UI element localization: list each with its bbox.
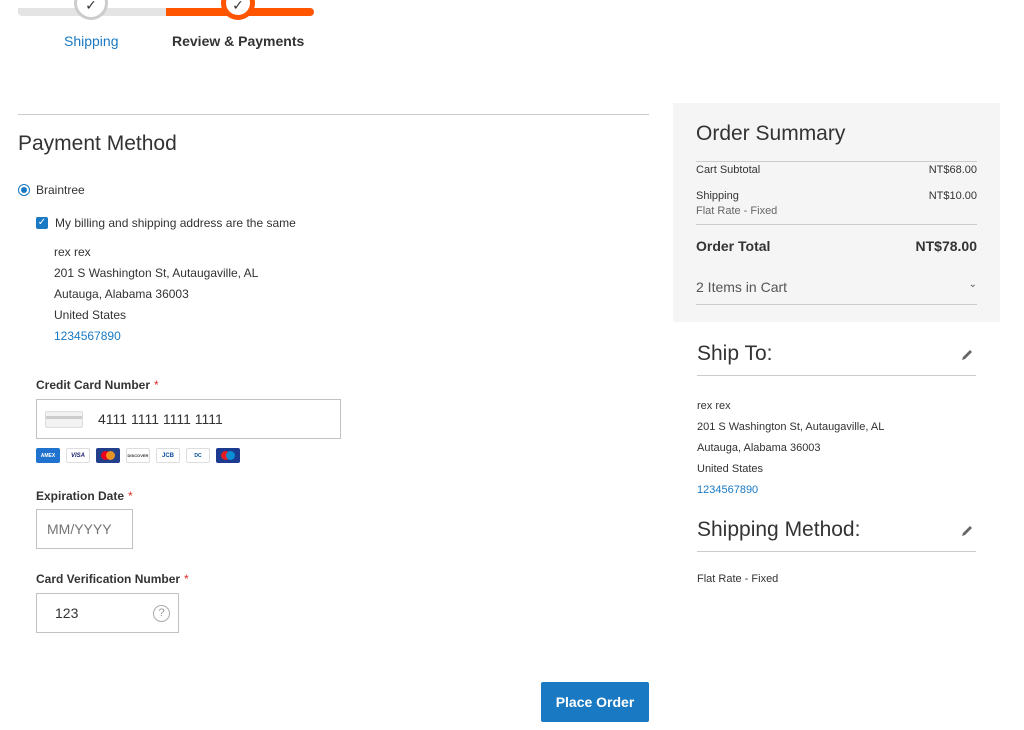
- step-shipping-check-icon: ✓: [74, 0, 108, 20]
- payment-method-title: Payment Method: [18, 132, 177, 155]
- credit-card-icon: [45, 410, 83, 428]
- step-review-check-icon: ✓: [221, 0, 255, 20]
- ship-city: Autauga, Alabama 36003: [697, 442, 821, 454]
- shipping-method-title: Shipping Method:: [697, 518, 861, 541]
- amex-icon: AMEX: [36, 448, 60, 463]
- expiration-date-input[interactable]: MM/YYYY: [36, 509, 133, 549]
- discover-icon: DISCOVER: [126, 448, 150, 463]
- braintree-radio[interactable]: [18, 184, 30, 196]
- payment-method-option[interactable]: Braintree: [18, 183, 85, 197]
- billing-address: rex rex 201 S Washington St, Autaugavill…: [54, 242, 258, 347]
- billing-same-option[interactable]: ✓ My billing and shipping address are th…: [36, 216, 296, 230]
- subtotal-row: Cart Subtotal NT$68.00: [696, 164, 977, 176]
- billing-city: Autauga, Alabama 36003: [54, 287, 189, 301]
- required-mark: *: [184, 572, 189, 586]
- step-review-label: Review & Payments: [172, 33, 305, 49]
- cvv-label-text: Card Verification Number: [36, 572, 181, 586]
- payment-divider: [18, 114, 649, 115]
- expiration-placeholder: MM/YYYY: [47, 521, 112, 537]
- cc-number-label: Credit Card Number *: [36, 378, 159, 392]
- items-in-cart-label[interactable]: 2 Items in Cart: [696, 279, 787, 295]
- cvv-label: Card Verification Number *: [36, 572, 189, 586]
- cc-number-input[interactable]: 4111 1111 1111 1111: [36, 399, 341, 439]
- billing-street: 201 S Washington St, Autaugaville, AL: [54, 266, 259, 280]
- step-shipping-link[interactable]: Shipping: [64, 33, 119, 49]
- shipping-method-sub: Flat Rate - Fixed: [696, 205, 778, 217]
- place-order-button[interactable]: Place Order: [541, 682, 649, 722]
- required-mark: *: [154, 378, 159, 392]
- ship-to-divider: [697, 375, 976, 376]
- jcb-icon: JCB: [156, 448, 180, 463]
- ship-street: 201 S Washington St, Autaugaville, AL: [697, 421, 885, 433]
- expiration-label-text: Expiration Date: [36, 489, 125, 503]
- shipping-value: NT$10.00: [928, 190, 977, 202]
- diners-icon: DC: [186, 448, 210, 463]
- subtotal-label: Cart Subtotal: [696, 164, 761, 176]
- billing-same-label[interactable]: My billing and shipping address are the …: [55, 216, 296, 230]
- shipping-label: Shipping: [696, 190, 739, 202]
- required-mark: *: [128, 489, 133, 503]
- checkout-progress-bar: ✓ ✓ Shipping Review & Payments: [18, 0, 318, 60]
- visa-icon: VISA: [66, 448, 90, 463]
- edit-pencil-icon[interactable]: [960, 524, 974, 538]
- shipping-row: Shipping Flat Rate - Fixed NT$10.00: [696, 190, 977, 217]
- ship-name: rex rex: [697, 400, 731, 412]
- subtotal-value: NT$68.00: [928, 164, 977, 176]
- order-total-label: Order Total: [696, 238, 771, 254]
- cvv-value: 123: [55, 605, 79, 621]
- cc-number-label-text: Credit Card Number: [36, 378, 151, 392]
- billing-same-checkbox[interactable]: ✓: [36, 217, 48, 229]
- billing-name: rex rex: [54, 245, 91, 259]
- ship-to-title: Ship To:: [697, 342, 773, 365]
- order-total-row: Order Total NT$78.00: [696, 238, 977, 254]
- ship-country: United States: [697, 463, 764, 475]
- order-summary-title: Order Summary: [696, 122, 846, 145]
- shipping-method-divider: [697, 551, 976, 552]
- braintree-label[interactable]: Braintree: [36, 183, 85, 197]
- items-in-cart-toggle[interactable]: 2 Items in Cart ⌄: [696, 279, 977, 295]
- cc-number-value: 4111 1111 1111 1111: [98, 411, 223, 427]
- maestro-icon: [216, 448, 240, 463]
- ship-to-address: rex rex 201 S Washington St, Autaugavill…: [697, 396, 884, 501]
- billing-phone-link[interactable]: 1234567890: [54, 326, 258, 347]
- cvv-input[interactable]: 123 ?: [36, 593, 179, 633]
- expiration-label: Expiration Date *: [36, 489, 133, 503]
- billing-country: United States: [54, 308, 127, 322]
- order-summary: Order Summary Cart Subtotal NT$68.00 Shi…: [673, 103, 1000, 322]
- edit-pencil-icon[interactable]: [960, 348, 974, 362]
- order-total-value: NT$78.00: [915, 238, 977, 254]
- summary-divider: [696, 224, 977, 225]
- chevron-down-icon[interactable]: ⌄: [969, 279, 977, 295]
- mastercard-icon: [96, 448, 120, 463]
- ship-phone-link[interactable]: 1234567890: [697, 480, 884, 501]
- summary-divider: [696, 161, 977, 162]
- summary-divider: [696, 304, 977, 305]
- accepted-card-types: AMEX VISA DISCOVER JCB DC: [36, 448, 240, 463]
- help-icon[interactable]: ?: [153, 605, 170, 622]
- shipping-method-value: Flat Rate - Fixed: [697, 573, 779, 585]
